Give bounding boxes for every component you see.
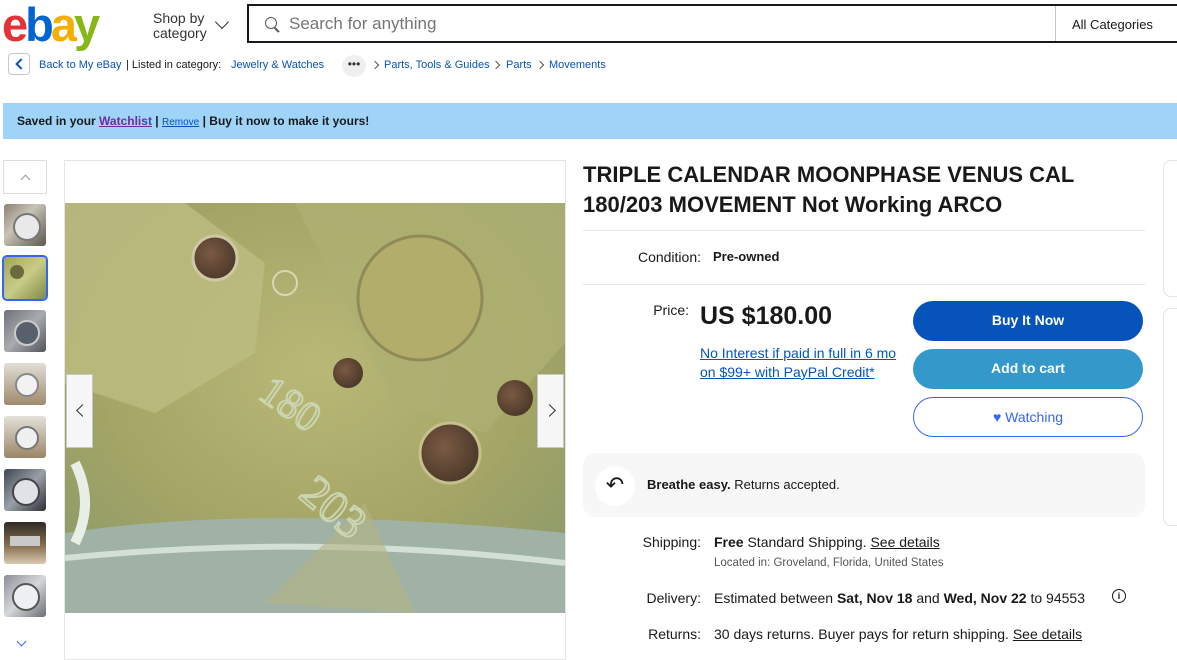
- paypal-credit-link[interactable]: No Interest if paid in full in 6 mo on $…: [700, 344, 900, 382]
- item-location: Located in: Groveland, Florida, United S…: [714, 557, 944, 569]
- thumbnail-scroll-up-button[interactable]: [3, 160, 47, 194]
- listed-in-label: | Listed in category:: [126, 59, 222, 71]
- thumbnail-image[interactable]: [4, 575, 46, 617]
- delivery-start-date: Sat, Nov 18: [836, 590, 913, 606]
- thumbnail-image[interactable]: [4, 363, 46, 405]
- divider: [583, 230, 1145, 231]
- add-to-cart-button[interactable]: Add to cart: [913, 349, 1143, 389]
- thumbnail-image-selected[interactable]: [2, 255, 48, 301]
- shipping-value: Free Standard Shipping. See details: [714, 534, 940, 550]
- more-breadcrumbs-button[interactable]: •••: [342, 55, 366, 77]
- watchlist-link[interactable]: Watchlist: [99, 114, 152, 128]
- listing-title: TRIPLE CALENDAR MOONPHASE VENUS CAL 180/…: [583, 162, 1074, 217]
- returns-see-details-link[interactable]: See details: [1013, 626, 1082, 642]
- banner-suffix: | Buy it now to make it yours!: [202, 114, 370, 128]
- delivery-value: Estimated between Sat, Nov 18 and Wed, N…: [714, 590, 1085, 606]
- shipping-method: Standard Shipping.: [747, 534, 867, 550]
- delivery-zip: to 94553: [1030, 590, 1085, 606]
- returns-banner-rest: Returns accepted.: [734, 477, 840, 492]
- condition-label: Condition:: [637, 249, 701, 265]
- next-image-button[interactable]: [537, 374, 564, 448]
- returns-banner-bold: Breathe easy.: [647, 477, 731, 492]
- ebay-logo[interactable]: ebay: [2, 1, 100, 48]
- seller-card: [1163, 160, 1177, 297]
- chevron-right-icon: [535, 60, 545, 70]
- thumbnail-image[interactable]: [4, 204, 46, 246]
- return-arrow-icon: ↶: [595, 466, 635, 506]
- search-input[interactable]: [289, 14, 989, 34]
- chevron-right-icon: [370, 60, 380, 70]
- returns-label: Returns:: [648, 626, 701, 642]
- back-arrow-icon[interactable]: [8, 53, 30, 75]
- shipping-label: Shipping:: [642, 534, 701, 550]
- chevron-right-icon: [543, 404, 556, 417]
- main-product-image[interactable]: 180 203: [65, 203, 565, 613]
- category-select[interactable]: All Categories: [1072, 17, 1153, 32]
- shipping-see-details-link[interactable]: See details: [870, 534, 939, 550]
- chevron-left-icon: [76, 404, 89, 417]
- buy-it-now-button[interactable]: Buy It Now: [913, 301, 1143, 341]
- watch-movement-photo: 180 203: [65, 203, 565, 613]
- returns-banner-text: Breathe easy. Returns accepted.: [647, 477, 840, 492]
- search-icon: [265, 17, 277, 29]
- banner-separator: |: [155, 114, 159, 128]
- shop-card: [1163, 308, 1177, 526]
- breadcrumb-parts[interactable]: Parts: [506, 59, 532, 71]
- thumbnail-image[interactable]: [4, 522, 46, 564]
- banner-prefix: Saved in your: [17, 114, 96, 128]
- watching-button[interactable]: ♥ Watching: [913, 397, 1143, 437]
- delivery-end-date: Wed, Nov 22: [943, 590, 1027, 606]
- breadcrumb-jewelry-watches[interactable]: Jewelry & Watches: [231, 59, 324, 71]
- thumbnail-image[interactable]: [4, 469, 46, 511]
- price-value: US $180.00: [700, 302, 833, 330]
- delivery-label: Delivery:: [646, 590, 701, 606]
- thumbnail-image[interactable]: [4, 310, 46, 352]
- watchlist-banner-text: Saved in your Watchlist | Remove | Buy i…: [17, 114, 369, 128]
- shop-by-category-button[interactable]: Shop by category: [153, 11, 207, 41]
- returns-value: 30 days returns. Buyer pays for return s…: [714, 626, 1082, 642]
- previous-image-button[interactable]: [66, 374, 93, 448]
- condition-value: Pre-owned: [713, 249, 780, 264]
- return-arrow-glyph: ↶: [605, 472, 625, 497]
- shop-by-line2: category: [153, 25, 207, 41]
- watching-label: Watching: [1005, 409, 1064, 425]
- info-icon[interactable]: i: [1112, 589, 1126, 603]
- delivery-prefix: Estimated between: [714, 590, 834, 606]
- chevron-right-icon: [491, 60, 501, 70]
- heart-icon: ♥: [992, 409, 1002, 425]
- breadcrumb-parts-tools-guides[interactable]: Parts, Tools & Guides: [384, 59, 490, 71]
- thumbnail-image[interactable]: [4, 416, 46, 458]
- search-divider: [1055, 6, 1056, 41]
- breadcrumb-movements[interactable]: Movements: [549, 59, 606, 71]
- divider: [583, 284, 1145, 285]
- returns-policy-text: 30 days returns. Buyer pays for return s…: [714, 626, 1009, 642]
- back-to-my-ebay-link[interactable]: Back to My eBay: [39, 59, 122, 71]
- shop-by-line1: Shop by: [153, 10, 205, 26]
- shipping-free: Free: [714, 534, 744, 550]
- chevron-down-icon[interactable]: [214, 14, 230, 30]
- remove-link[interactable]: Remove: [162, 117, 199, 128]
- delivery-and: and: [916, 590, 940, 606]
- price-label: Price:: [653, 302, 689, 318]
